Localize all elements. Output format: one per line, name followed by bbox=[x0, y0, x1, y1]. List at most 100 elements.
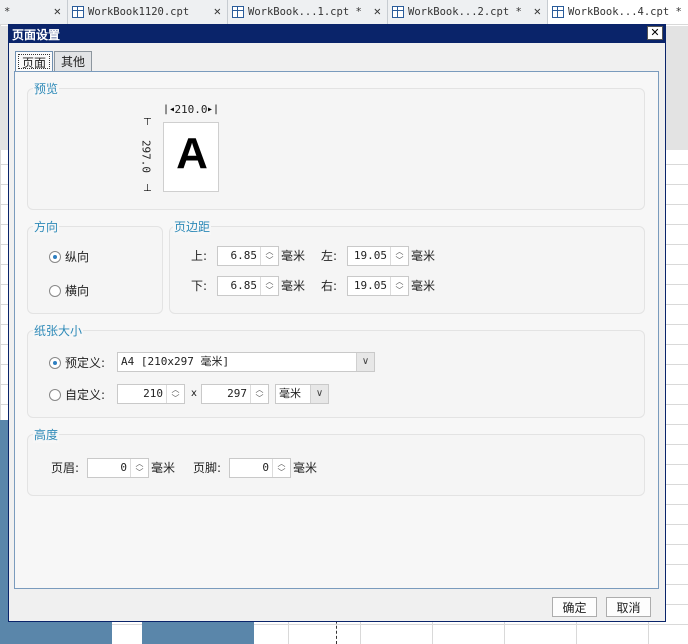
paper-size-group bbox=[27, 330, 645, 418]
custom-unit-value: 毫米 bbox=[279, 387, 301, 400]
custom-width-stepper[interactable]: 210 ︿ ﹀ bbox=[117, 384, 185, 404]
predefined-radio[interactable]: 预定义: bbox=[49, 354, 105, 371]
predefined-size-value: A4 [210x297 毫米] bbox=[121, 355, 230, 368]
radio-selected-icon bbox=[49, 250, 61, 263]
ok-button[interactable]: 确定 bbox=[552, 597, 597, 617]
custom-height-stepper[interactable]: 297 ︿ ﹀ bbox=[201, 384, 269, 404]
cancel-button[interactable]: 取消 bbox=[606, 597, 651, 617]
spin-up-icon[interactable]: ︿ bbox=[251, 385, 268, 394]
spin-down-icon[interactable]: ﹀ bbox=[391, 286, 408, 295]
footer-height-unit: 毫米 bbox=[293, 461, 318, 475]
chevron-down-icon[interactable]: ∨ bbox=[310, 385, 328, 403]
preview-width-dimension: |◂ 210.0 ▸| bbox=[163, 102, 219, 118]
spin-down-icon[interactable]: ﹀ bbox=[251, 394, 268, 403]
spin-down-icon[interactable]: ﹀ bbox=[261, 286, 278, 295]
custom-unit-select[interactable]: 毫米 ∨ bbox=[275, 384, 329, 404]
header-label: 页眉: bbox=[51, 461, 80, 475]
radio-unselected-icon bbox=[49, 388, 61, 401]
margins-group bbox=[169, 226, 645, 314]
tab-page[interactable]: 页面 bbox=[15, 51, 54, 72]
spin-up-icon[interactable]: ︿ bbox=[261, 247, 278, 256]
margin-left-stepper[interactable]: 19.05 ︿ ﹀ bbox=[347, 246, 409, 266]
height-arrow-bottom-icon: ⊥ bbox=[143, 183, 152, 194]
chevron-down-icon[interactable]: ∨ bbox=[356, 353, 374, 371]
tab-panel: 预览 |◂ 210.0 ▸| 297.0 ⊤ ⊥ A 方向 纵向 横向 页边距 … bbox=[14, 71, 659, 589]
spin-down-icon[interactable]: ﹀ bbox=[273, 468, 290, 477]
width-arrow-left-icon: |◂ bbox=[163, 104, 176, 115]
spin-up-icon[interactable]: ︿ bbox=[391, 277, 408, 286]
spin-down-icon[interactable]: ﹀ bbox=[131, 468, 148, 477]
close-tab-icon[interactable]: ✕ bbox=[534, 4, 541, 18]
file-tab-bar: * ✕ WorkBook1120.cpt ✕ WorkBook...1.cpt … bbox=[0, 0, 688, 24]
tab-other[interactable]: 其他 bbox=[54, 51, 93, 71]
spin-up-icon[interactable]: ︿ bbox=[273, 459, 290, 468]
margins-group-title: 页边距 bbox=[173, 218, 212, 235]
spin-down-icon[interactable]: ﹀ bbox=[167, 394, 184, 403]
margin-right-stepper[interactable]: 19.05 ︿ ﹀ bbox=[347, 276, 409, 296]
workbook-icon bbox=[72, 6, 84, 18]
file-tab[interactable]: WorkBook1120.cpt ✕ bbox=[68, 0, 228, 24]
header-height-value[interactable]: 0 bbox=[88, 459, 130, 477]
spin-up-icon[interactable]: ︿ bbox=[167, 385, 184, 394]
margin-left-unit: 毫米 bbox=[411, 249, 436, 263]
radio-selected-icon bbox=[49, 356, 61, 369]
file-tab[interactable]: WorkBook...2.cpt * ✕ bbox=[388, 0, 548, 24]
workbook-icon bbox=[552, 6, 564, 18]
margin-bottom-value[interactable]: 6.85 bbox=[218, 277, 260, 295]
spin-down-icon[interactable]: ﹀ bbox=[391, 256, 408, 265]
workbook-icon bbox=[392, 6, 404, 18]
margin-bottom-stepper[interactable]: 6.85 ︿ ﹀ bbox=[217, 276, 279, 296]
margin-top-unit: 毫米 bbox=[281, 249, 306, 263]
close-tab-icon[interactable]: ✕ bbox=[374, 4, 381, 18]
custom-label: 自定义: bbox=[65, 388, 106, 402]
paper-size-group-title: 纸张大小 bbox=[33, 322, 84, 339]
height-group-title: 高度 bbox=[33, 426, 60, 443]
header-height-stepper[interactable]: 0 ︿ ﹀ bbox=[87, 458, 149, 478]
file-tab[interactable]: WorkBook...1.cpt * ✕ bbox=[228, 0, 388, 24]
orientation-group bbox=[27, 226, 163, 314]
portrait-label: 纵向 bbox=[65, 250, 90, 264]
file-tab-label: WorkBook...1.cpt * bbox=[248, 6, 362, 18]
close-tab-icon[interactable]: ✕ bbox=[54, 4, 61, 18]
spin-up-icon[interactable]: ︿ bbox=[391, 247, 408, 256]
dialog-tabs: 页面 其他 bbox=[15, 51, 93, 72]
file-tab[interactable]: WorkBook...4.cpt * bbox=[548, 0, 688, 24]
radio-unselected-icon bbox=[49, 284, 61, 297]
footer-height-value[interactable]: 0 bbox=[230, 459, 272, 477]
landscape-label: 横向 bbox=[65, 284, 90, 298]
margin-bottom-unit: 毫米 bbox=[281, 279, 306, 293]
spin-down-icon[interactable]: ﹀ bbox=[261, 256, 278, 265]
margin-top-value[interactable]: 6.85 bbox=[218, 247, 260, 265]
margin-top-stepper[interactable]: 6.85 ︿ ﹀ bbox=[217, 246, 279, 266]
dialog-title-bar[interactable]: 页面设置 ✕ bbox=[9, 25, 665, 43]
preview-height-dimension: 297.0 bbox=[133, 122, 157, 192]
height-arrow-top-icon: ⊤ bbox=[143, 117, 152, 128]
file-tab[interactable]: * ✕ bbox=[0, 0, 68, 24]
preview-group-title: 预览 bbox=[33, 80, 60, 97]
margin-right-value[interactable]: 19.05 bbox=[348, 277, 390, 295]
custom-height-value[interactable]: 297 bbox=[202, 385, 250, 403]
orientation-group-title: 方向 bbox=[33, 218, 60, 235]
preview-letter: A bbox=[176, 129, 208, 178]
workbook-icon bbox=[232, 6, 244, 18]
footer-height-stepper[interactable]: 0 ︿ ﹀ bbox=[229, 458, 291, 478]
margin-right-label: 右: bbox=[321, 279, 338, 293]
width-arrow-right-icon: ▸| bbox=[206, 104, 219, 115]
custom-radio[interactable]: 自定义: bbox=[49, 386, 105, 403]
landscape-radio[interactable]: 横向 bbox=[49, 282, 89, 299]
margin-top-label: 上: bbox=[191, 249, 208, 263]
spin-up-icon[interactable]: ︿ bbox=[131, 459, 148, 468]
header-height-unit: 毫米 bbox=[151, 461, 176, 475]
file-tab-label: WorkBook...4.cpt * bbox=[568, 6, 682, 18]
spin-up-icon[interactable]: ︿ bbox=[261, 277, 278, 286]
close-icon[interactable]: ✕ bbox=[647, 26, 663, 40]
footer-label: 页脚: bbox=[193, 461, 222, 475]
predefined-size-select[interactable]: A4 [210x297 毫米] ∨ bbox=[117, 352, 375, 372]
page-preview: A bbox=[163, 122, 219, 192]
margin-left-value[interactable]: 19.05 bbox=[348, 247, 390, 265]
portrait-radio[interactable]: 纵向 bbox=[49, 248, 89, 265]
margin-bottom-label: 下: bbox=[191, 279, 208, 293]
custom-width-value[interactable]: 210 bbox=[118, 385, 166, 403]
close-tab-icon[interactable]: ✕ bbox=[214, 4, 221, 18]
dialog-title: 页面设置 bbox=[12, 27, 61, 42]
